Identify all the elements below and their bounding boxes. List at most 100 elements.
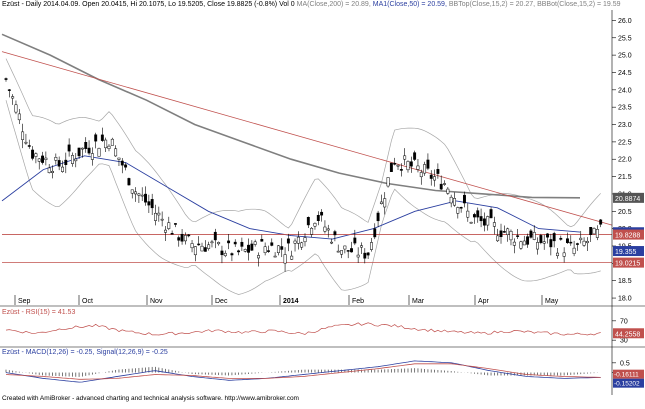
candle-body <box>54 157 58 161</box>
candle-body <box>346 250 350 252</box>
candle-body <box>273 255 277 258</box>
candle-body <box>336 250 340 253</box>
candle-body <box>27 145 31 147</box>
ticker-info: Ezüst - Daily 2014.04.09. Open 20.0415, … <box>2 1 295 8</box>
candle-body <box>180 233 184 242</box>
candle-body <box>323 226 327 232</box>
candle-body <box>546 233 549 238</box>
chart-canvas: 26.0 25.5 25.0 24.5 24.0 23.5 23.0 22.5 22.0 21.5… <box>0 10 645 395</box>
candle-body <box>512 241 516 246</box>
candle-body <box>502 231 506 233</box>
y-tick-label: 24.5 <box>618 70 632 77</box>
candle-body <box>217 242 221 245</box>
ma50-legend: MA1(Close,50) = 20.59, <box>372 1 447 8</box>
candle-body <box>31 149 35 159</box>
candle-body <box>240 241 244 247</box>
y-tick-label: 26.0 <box>618 18 632 25</box>
candle-body <box>539 235 543 243</box>
x-tick-label: 2014 <box>283 298 299 305</box>
candle-body <box>97 148 101 157</box>
candle-body <box>227 240 231 244</box>
x-tick-label: Feb <box>352 298 364 305</box>
candle-body <box>114 148 118 157</box>
price-label-text: 19.8288 <box>615 233 640 240</box>
candle-body <box>137 193 141 196</box>
candle-body <box>379 201 383 204</box>
candle-body <box>100 134 104 141</box>
candle-body <box>300 242 304 248</box>
candle-body <box>449 196 453 204</box>
bbbot-legend: BBBot(Close,15,2) = 19.59 <box>537 1 621 8</box>
footer-credit: Created with AmiBroker - advanced charti… <box>2 395 299 402</box>
y-tick-label: 18.0 <box>618 296 632 303</box>
candle-body <box>37 158 41 162</box>
candle-body <box>369 242 373 250</box>
candle-body <box>11 96 15 99</box>
y-tick-label: 23.0 <box>618 122 632 129</box>
candle-body <box>213 231 217 241</box>
candle-body <box>429 174 433 179</box>
candle-body <box>526 236 530 245</box>
candle-body <box>286 238 290 244</box>
rsi-legend: Ezüst - RSI(15) = 41.53 <box>2 309 76 316</box>
candle-body <box>572 247 576 254</box>
candle-body <box>562 252 566 257</box>
rsi-panel[interactable]: 70 3044.2558 <box>5 318 644 345</box>
rsi-tick-label: 70 <box>620 318 628 325</box>
candle-body <box>320 211 324 216</box>
candle-body <box>482 218 486 226</box>
candle-body <box>393 162 397 165</box>
candle-body <box>306 217 310 226</box>
candle-body <box>472 214 476 218</box>
candle-body <box>423 164 427 174</box>
candle-body <box>549 239 553 248</box>
candle-body <box>363 252 367 259</box>
candle-body <box>67 144 71 152</box>
candle-body <box>542 241 546 244</box>
candle-body <box>140 194 144 197</box>
candle-body <box>74 158 78 162</box>
candle-body <box>552 233 556 242</box>
x-tick-label: May <box>545 298 559 305</box>
candle-body <box>203 247 207 252</box>
candle-body <box>310 227 314 235</box>
candle-body <box>403 155 407 160</box>
candle-body <box>453 198 456 206</box>
candle-body <box>416 165 420 170</box>
candle-body <box>356 254 360 258</box>
candle-body <box>177 237 181 241</box>
candle-body <box>250 243 254 251</box>
candle-body <box>84 141 88 149</box>
candle-body <box>41 155 44 163</box>
candle-body <box>489 209 493 219</box>
candle-body <box>233 241 237 245</box>
candle-body <box>44 157 48 160</box>
price-panel[interactable]: 26.0 25.5 25.0 24.5 24.0 23.5 23.0 22.5 22.0 21.5… <box>0 10 644 305</box>
rsi-tick-label: 30 <box>620 338 628 345</box>
candle-body <box>110 138 114 146</box>
candle-body <box>326 228 330 231</box>
candle-body <box>575 243 579 245</box>
macd-y-axis: 0.50-0.16111-0.15202 <box>612 360 644 388</box>
candle-body <box>157 212 161 216</box>
candle-body <box>290 255 294 260</box>
candle-body <box>70 155 74 164</box>
macd-panel[interactable]: 0.50-0.16111-0.15202 <box>5 360 644 388</box>
y-tick-label: 25.0 <box>618 53 632 60</box>
candle-body <box>582 240 586 246</box>
candle-body <box>293 240 297 244</box>
candle-body <box>406 161 410 171</box>
candle-body <box>117 157 121 160</box>
candle-body <box>399 169 403 171</box>
candle-body <box>170 233 174 235</box>
candle-body <box>94 134 98 142</box>
candle-body <box>443 183 446 185</box>
candle-body <box>87 147 91 154</box>
candle-body <box>360 245 363 248</box>
candle-body <box>389 162 393 172</box>
candle-body <box>243 249 247 252</box>
candle-body <box>164 229 167 233</box>
candle-body <box>456 207 460 214</box>
candle-body <box>436 169 440 174</box>
candle-body <box>263 246 267 253</box>
